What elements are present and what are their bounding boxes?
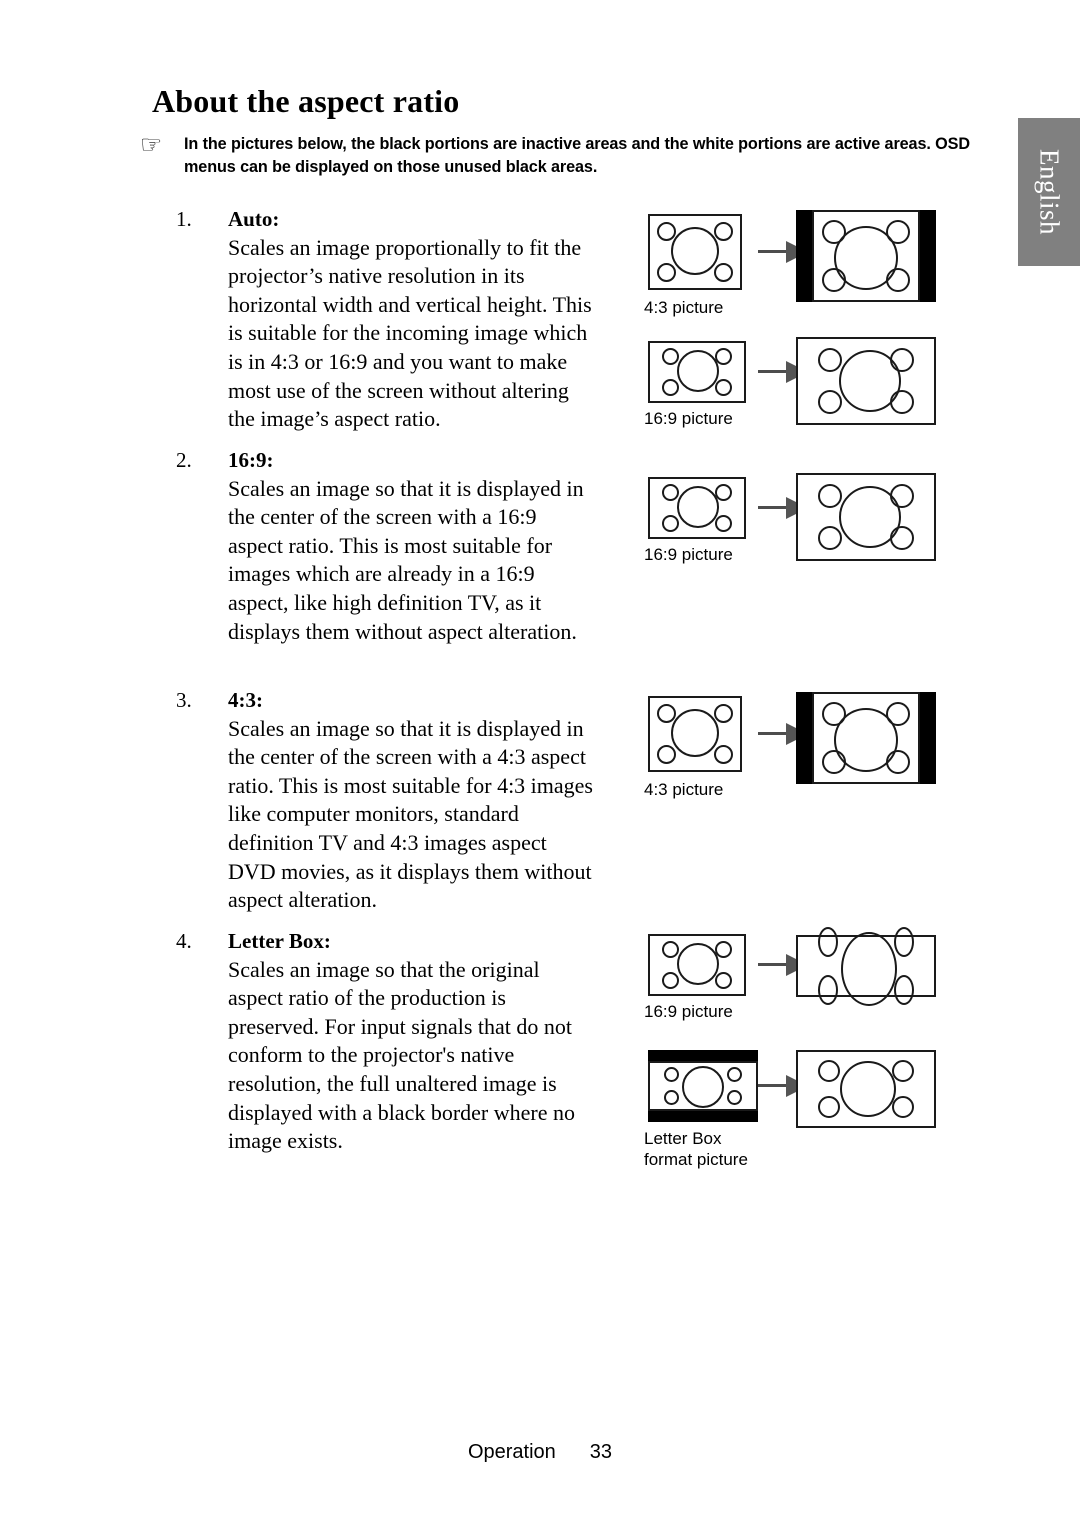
corner-dot-stretched <box>818 975 838 1005</box>
source-picture-169 <box>648 341 746 403</box>
corner-dot-stretched <box>818 927 838 957</box>
language-tab-label: English <box>1034 148 1065 236</box>
result-picture-pillarbox <box>796 692 936 784</box>
page-footer: Operation 33 <box>0 1441 1080 1464</box>
note-text: In the pictures below, the black portion… <box>184 135 970 176</box>
diagram-caption: 16:9 picture <box>644 545 733 564</box>
center-circle <box>839 350 901 412</box>
item-term: Letter Box: <box>228 929 331 953</box>
corner-dot <box>818 526 842 550</box>
source-picture-43 <box>648 696 742 772</box>
item-description: Scales an image so that the original asp… <box>228 956 575 1154</box>
item-description: Scales an image proportionally to fit th… <box>228 234 592 432</box>
corner-dot <box>664 1067 679 1082</box>
corner-dot <box>662 972 679 989</box>
source-picture-169 <box>648 477 746 539</box>
item-number: 2. <box>176 448 192 472</box>
center-circle <box>671 227 719 275</box>
corner-dot <box>727 1067 742 1082</box>
corner-dot-stretched <box>894 927 914 957</box>
corner-dot <box>662 484 679 501</box>
corner-dot <box>727 1090 742 1105</box>
corner-dot <box>818 1096 840 1118</box>
corner-dot <box>715 972 732 989</box>
diagram-caption: 16:9 picture <box>644 409 733 428</box>
item-description: Scales an image so that it is displayed … <box>228 715 593 913</box>
corner-dot <box>657 745 676 764</box>
center-circle <box>834 226 898 290</box>
page-title: About the aspect ratio <box>152 83 460 119</box>
item-number: 3. <box>176 688 192 712</box>
center-ellipse <box>841 932 897 1006</box>
center-circle <box>840 1061 896 1117</box>
result-picture-stretched <box>796 927 936 1006</box>
corner-dot <box>664 1090 679 1105</box>
item-term: Auto: <box>228 207 280 231</box>
item-number: 4. <box>176 929 192 953</box>
corner-dot <box>662 515 679 532</box>
center-circle <box>677 350 719 392</box>
footer-section-label: Operation <box>467 1441 556 1463</box>
corner-dot <box>662 348 679 365</box>
source-picture-letterbox <box>648 1050 758 1122</box>
corner-dot <box>892 1096 914 1118</box>
diagram-caption: 4:3 picture <box>644 298 724 317</box>
corner-dot <box>818 390 842 414</box>
corner-dot <box>714 263 733 282</box>
footer-page-number: 33 <box>589 1441 613 1463</box>
center-circle <box>677 943 719 985</box>
corner-dot <box>818 1060 840 1082</box>
result-picture-pillarbox <box>796 210 936 302</box>
corner-dot <box>892 1060 914 1082</box>
center-circle <box>677 486 719 528</box>
item-term: 4:3: <box>228 688 263 712</box>
corner-dot-stretched <box>894 975 914 1005</box>
center-circle <box>834 708 898 772</box>
item-number: 1. <box>176 207 192 231</box>
center-circle <box>839 486 901 548</box>
diagram-caption: 4:3 picture <box>644 780 724 799</box>
result-picture-169 <box>796 1050 936 1128</box>
source-picture-169 <box>648 934 746 996</box>
source-picture-43 <box>648 214 742 290</box>
language-tab: English <box>1018 118 1080 266</box>
corner-dot <box>662 379 679 396</box>
corner-dot <box>714 222 733 241</box>
center-circle <box>671 709 719 757</box>
corner-dot <box>715 515 732 532</box>
corner-dot <box>662 941 679 958</box>
item-term: 16:9: <box>228 448 274 472</box>
corner-dot <box>715 379 732 396</box>
diagram-caption: 16:9 picture <box>644 1002 733 1021</box>
corner-dot <box>714 704 733 723</box>
corner-dot <box>714 745 733 764</box>
corner-dot <box>818 484 842 508</box>
corner-dot <box>657 263 676 282</box>
note-callout: ☞ In the pictures below, the black porti… <box>140 130 970 179</box>
result-picture-169 <box>796 473 936 561</box>
item-description: Scales an image so that it is displayed … <box>228 475 584 644</box>
center-circle <box>682 1066 724 1108</box>
diagram-caption: Letter Box format picture <box>644 1129 748 1169</box>
pointing-hand-icon: ☞ <box>140 130 163 159</box>
corner-dot <box>818 348 842 372</box>
result-picture-169 <box>796 337 936 425</box>
